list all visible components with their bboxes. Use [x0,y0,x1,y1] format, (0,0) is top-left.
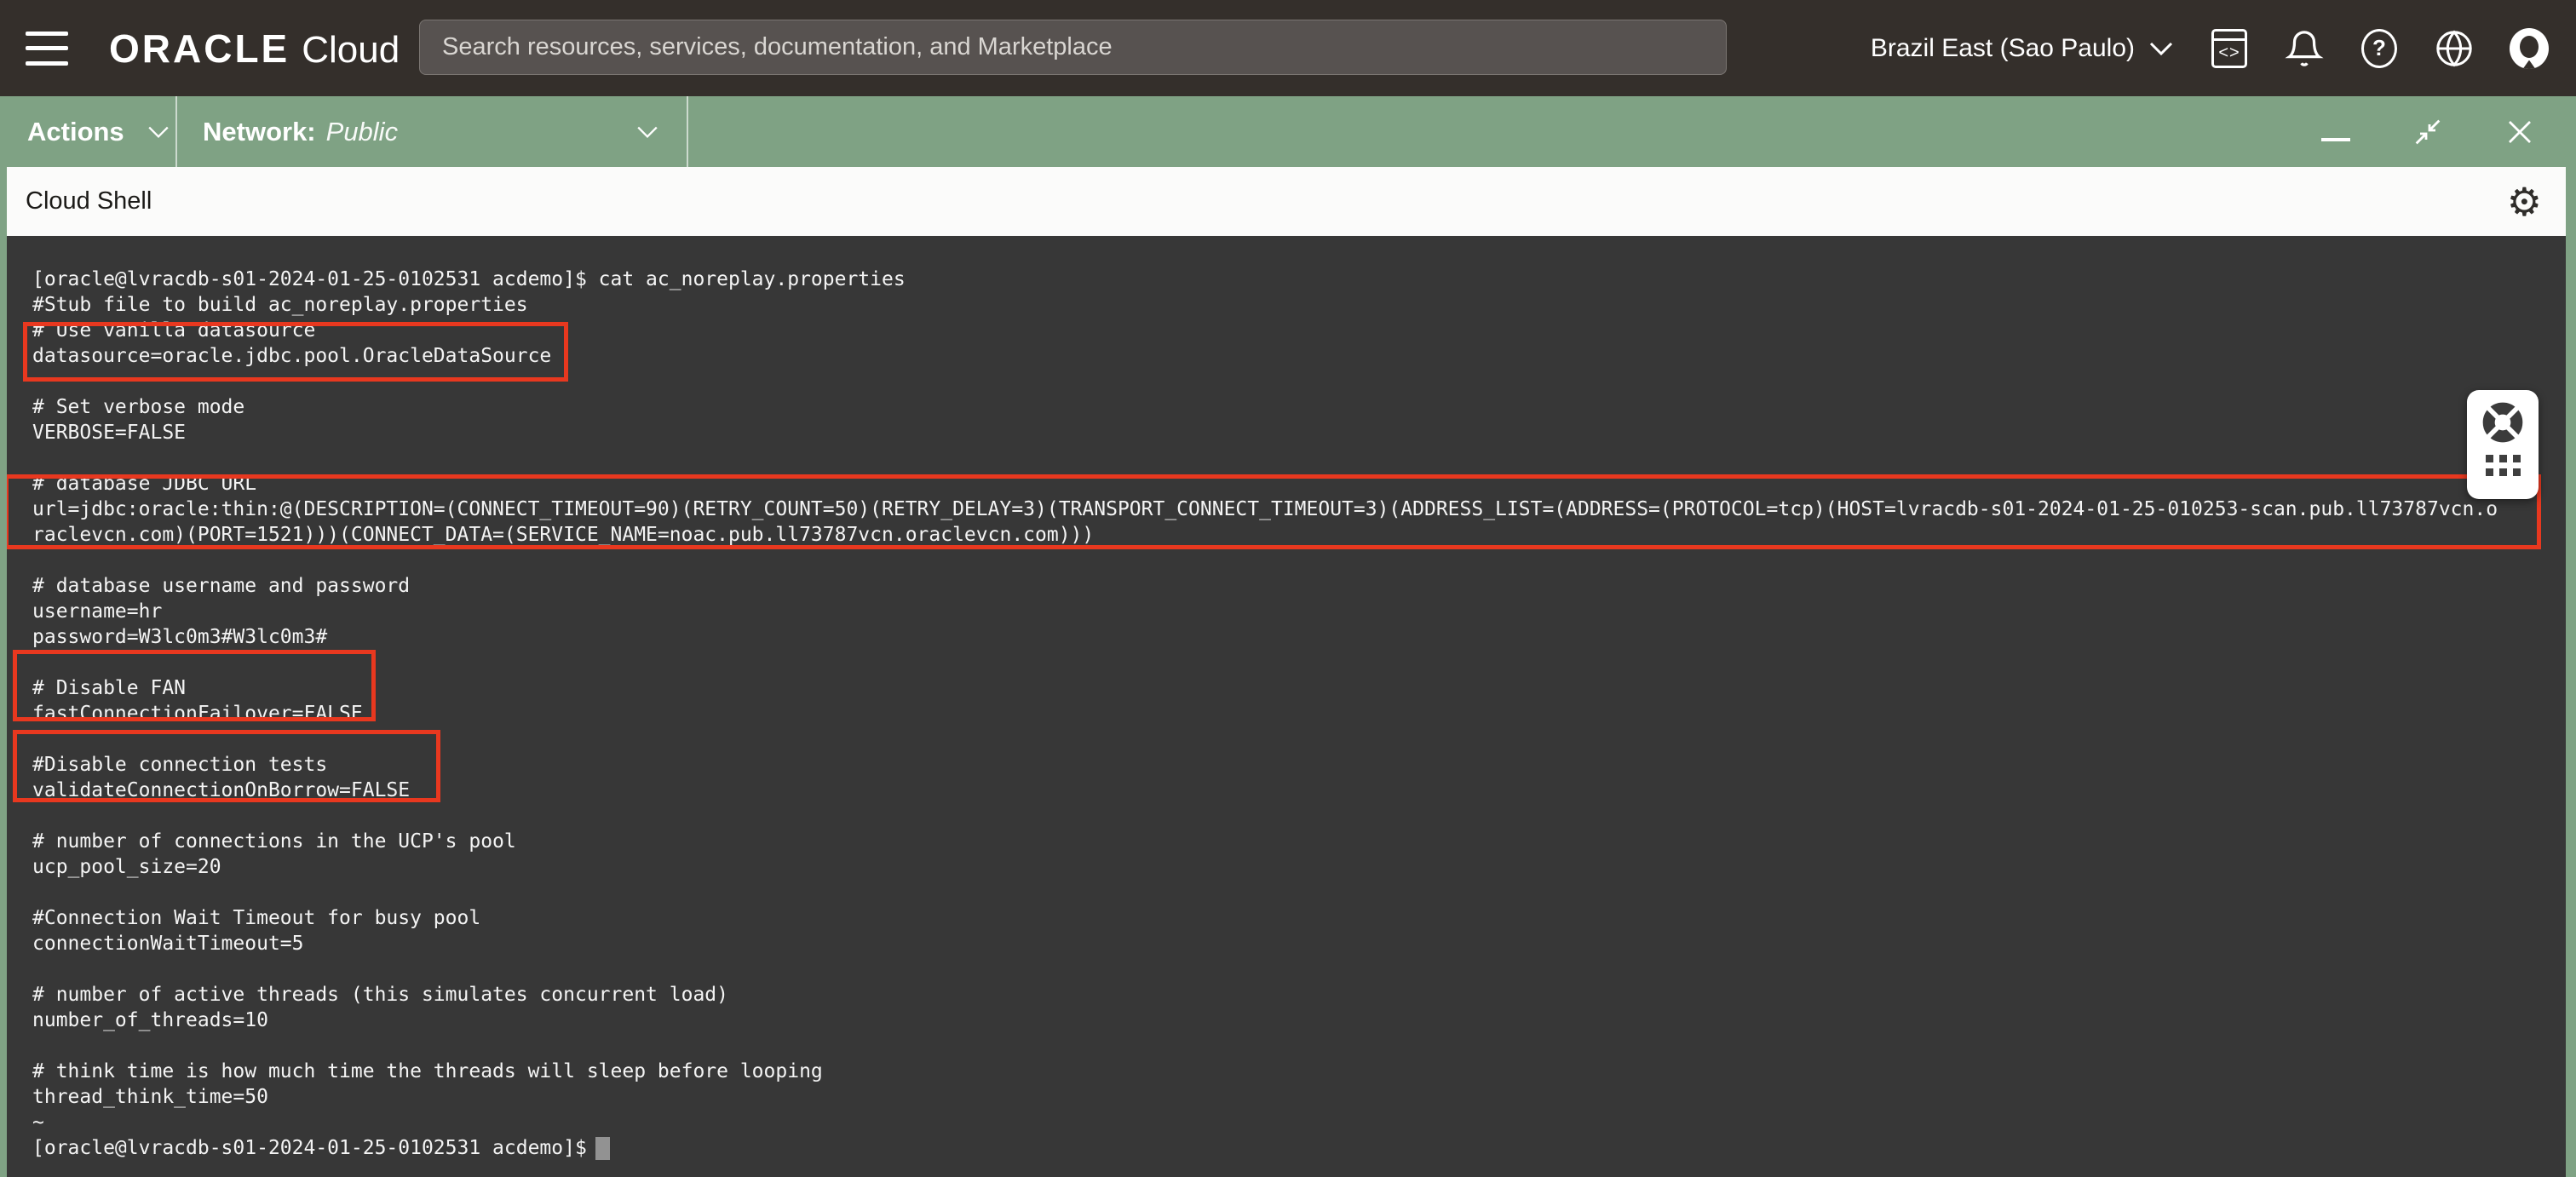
logo-cloud-text: Cloud [302,29,400,72]
user-avatar-icon [2510,28,2549,69]
shell-settings-button[interactable]: ⚙ [2507,182,2542,221]
profile-button[interactable] [2510,29,2549,68]
chevron-down-icon [147,124,170,140]
network-value: Public [326,117,398,147]
chevron-down-icon [2148,40,2174,57]
actions-label: Actions [27,117,124,147]
network-label: Network: [203,117,316,147]
terminal-cursor [595,1137,610,1160]
life-buoy-icon [2479,399,2527,446]
terminal-prompt-row: [oracle@lvracdb-s01-2024-01-25-0102531 a… [32,1135,610,1161]
restore-icon [2411,115,2445,149]
global-search [419,20,1727,75]
close-button[interactable] [2501,113,2539,151]
developer-console-icon: <> [2211,29,2247,68]
logo-oracle-text: ORACLE [109,26,290,72]
cloud-shell-action-bar: Actions Network: Public [0,96,2576,167]
help-button[interactable]: ? [2360,29,2399,68]
cloud-shell-titlebar: Cloud Shell ⚙ [7,167,2566,236]
shell-window-controls [2317,113,2576,151]
topbar-right-cluster: Brazil East (Sao Paulo) <> ? [1871,29,2549,68]
minimize-button[interactable] [2317,113,2355,151]
search-input[interactable] [419,20,1727,75]
terminal-prompt: [oracle@lvracdb-s01-2024-01-25-0102531 a… [32,1135,587,1161]
language-button[interactable] [2435,29,2474,68]
hamburger-menu-icon[interactable] [26,32,68,66]
terminal[interactable]: [oracle@lvracdb-s01-2024-01-25-0102531 a… [7,236,2566,1177]
cloud-shell-title: Cloud Shell [26,187,152,215]
help-icon: ? [2361,29,2397,68]
restore-button[interactable] [2409,113,2447,151]
notifications-button[interactable] [2285,29,2324,68]
chevron-down-icon [635,124,659,140]
close-icon [2504,117,2535,147]
network-dropdown[interactable]: Network: Public [177,96,688,167]
globe-icon [2435,28,2474,69]
region-label: Brazil East (Sao Paulo) [1871,34,2135,63]
terminal-output: [oracle@lvracdb-s01-2024-01-25-0102531 a… [32,267,2498,1135]
minimize-icon [2321,138,2350,141]
bell-icon [2285,28,2324,69]
actions-dropdown[interactable]: Actions [0,96,177,167]
drag-handle-dots-icon[interactable] [2486,455,2521,476]
support-widget[interactable] [2467,390,2539,499]
cloud-shell-panel: Cloud Shell ⚙ [oracle@lvracdb-s01-2024-0… [0,167,2576,1177]
region-selector[interactable]: Brazil East (Sao Paulo) [1871,34,2174,63]
developer-tools-button[interactable]: <> [2210,29,2249,68]
topbar: ORACLE Cloud Brazil East (Sao Paulo) <> … [0,0,2576,96]
oracle-cloud-logo: ORACLE Cloud [109,26,400,72]
